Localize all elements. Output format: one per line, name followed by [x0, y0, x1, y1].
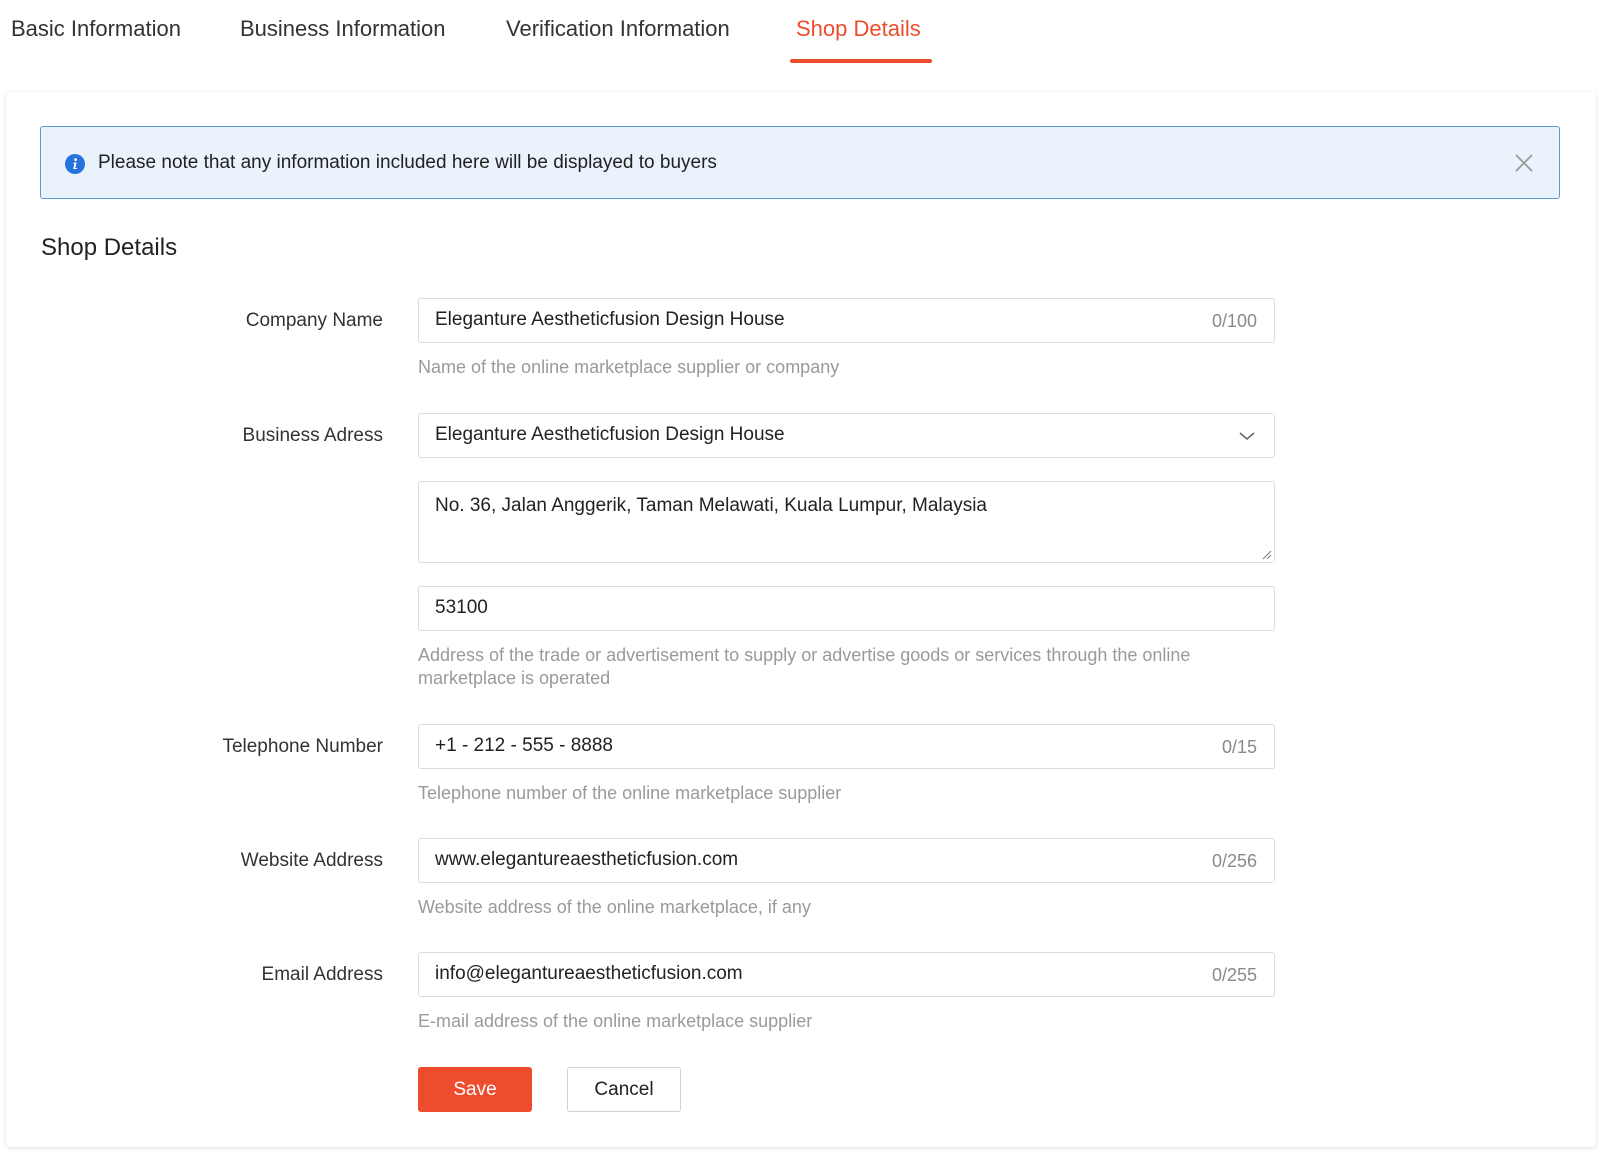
company-name-hint: Name of the online marketplace supplier …	[418, 357, 840, 377]
company-name-char-count: 0/100	[1211, 311, 1257, 331]
postcode-value: 53100	[435, 597, 488, 618]
website-label: Website Address	[240, 850, 383, 871]
business-address-textarea[interactable]: No. 36, Jalan Anggerik, Taman Melawati, …	[418, 481, 1275, 563]
business-address-select[interactable]: Eleganture Aestheticfusion Design House	[418, 413, 1275, 458]
business-address-select-value: Eleganture Aestheticfusion Design House	[435, 424, 785, 445]
telephone-value: +1 - 212 - 555 - 8888	[435, 735, 613, 756]
section-title: Shop Details	[41, 234, 178, 261]
company-name-value: Eleganture Aestheticfusion Design House	[435, 309, 785, 330]
business-address-hint: Address of the trade or advertisement to…	[418, 645, 1191, 688]
telephone-input[interactable]: +1 - 212 - 555 - 8888 0/15	[418, 724, 1275, 769]
email-input[interactable]: info@elegantureaestheticfusion.com 0/255	[418, 952, 1275, 997]
website-input[interactable]: www.elegantureaestheticfusion.com 0/256	[418, 838, 1275, 883]
close-icon[interactable]	[1513, 152, 1535, 174]
email-value: info@elegantureaestheticfusion.com	[435, 963, 743, 984]
info-notice: Please note that any information include…	[40, 126, 1560, 199]
postcode-input[interactable]: 53100	[418, 586, 1275, 631]
company-name-label: Company Name	[245, 310, 383, 331]
telephone-label: Telephone Number	[222, 736, 383, 757]
email-hint: E-mail address of the online marketplace…	[418, 1011, 813, 1031]
active-tab-indicator	[790, 59, 932, 63]
resize-handle-icon[interactable]	[1260, 548, 1272, 560]
tab-verification-information[interactable]: Verification Information	[506, 16, 730, 42]
tab-shop-details[interactable]: Shop Details	[796, 16, 921, 42]
business-address-label: Business Adress	[242, 425, 383, 446]
info-icon	[65, 154, 85, 174]
telephone-char-count: 0/15	[1221, 737, 1257, 757]
chevron-down-icon	[1239, 432, 1255, 441]
tab-bar: Basic Information Business Information V…	[0, 0, 1600, 64]
tab-basic-information[interactable]: Basic Information	[11, 16, 181, 42]
email-char-count: 0/255	[1211, 965, 1257, 985]
email-label: Email Address	[261, 964, 383, 985]
telephone-hint: Telephone number of the online marketpla…	[418, 783, 842, 803]
business-address-value: No. 36, Jalan Anggerik, Taman Melawati, …	[435, 495, 988, 516]
save-button[interactable]: Save	[418, 1067, 532, 1112]
notice-text: Please note that any information include…	[98, 152, 717, 173]
website-hint: Website address of the online marketplac…	[418, 897, 811, 917]
company-name-input[interactable]: Eleganture Aestheticfusion Design House …	[418, 298, 1275, 343]
website-value: www.elegantureaestheticfusion.com	[435, 849, 739, 870]
website-char-count: 0/256	[1211, 851, 1257, 871]
tab-business-information[interactable]: Business Information	[240, 16, 445, 42]
cancel-button[interactable]: Cancel	[567, 1067, 681, 1112]
